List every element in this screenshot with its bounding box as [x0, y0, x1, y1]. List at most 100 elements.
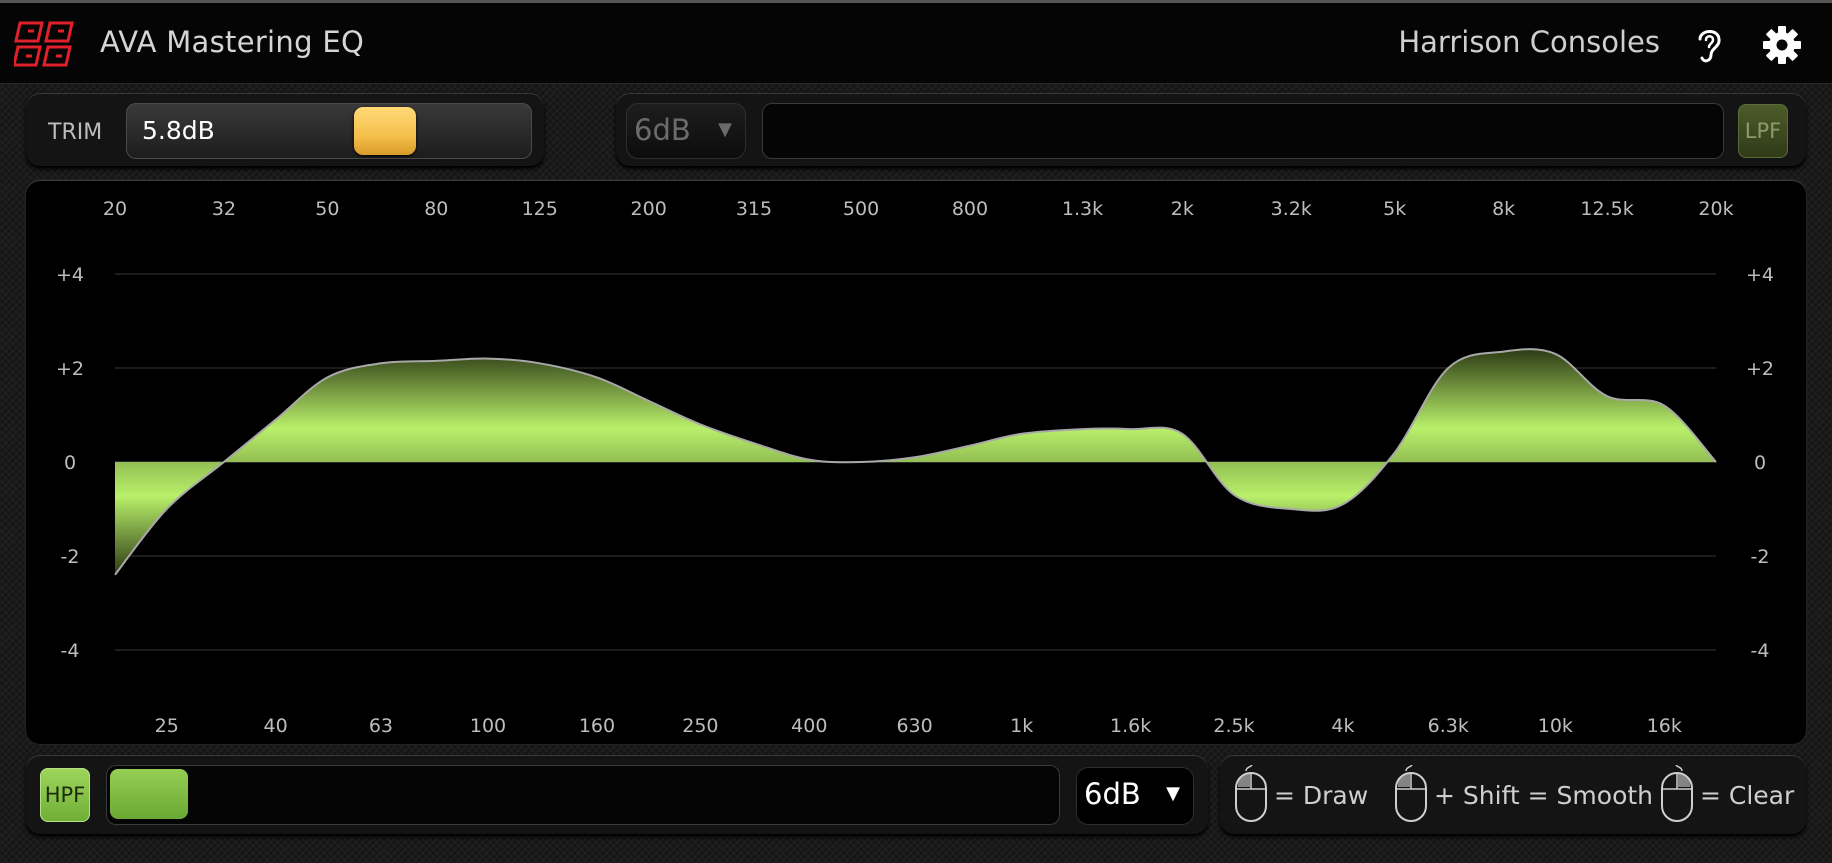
hint-draw-label: = Draw: [1274, 781, 1369, 810]
eq-curve-point: [324, 374, 330, 380]
db-label-left: +2: [56, 358, 84, 380]
chevron-down-icon: ▼: [1166, 783, 1180, 804]
freq-label-bottom: 400: [791, 715, 827, 737]
eq-curve-point: [273, 417, 279, 423]
freq-label-bottom: 4k: [1331, 715, 1354, 737]
eq-graph-panel[interactable]: +4 +4 +2 +2 0 0 -2 -2 -4 -4 20 32 50 80 125 200 315 500 80…: [26, 180, 1806, 744]
freq-label-bottom: 40: [264, 715, 288, 737]
header-bar: AVA Mastering EQ Harrison Consoles: [0, 3, 1832, 84]
freq-label-bottom: 250: [682, 715, 718, 737]
freq-label-top: 3.2k: [1271, 198, 1312, 220]
eq-curve-point: [164, 506, 170, 512]
eq-curve-point: [433, 358, 439, 364]
freq-label-top: 315: [736, 198, 772, 220]
eq-curve-point: [751, 440, 757, 446]
eq-curve-point: [1340, 501, 1346, 507]
mouse-hints-panel: = Draw + Shift = Smooth = Clear: [1220, 755, 1806, 835]
freq-label-bottom: 2.5k: [1213, 715, 1254, 737]
app-title: AVA Mastering EQ: [100, 25, 365, 59]
db-label-left: +4: [56, 264, 84, 286]
db-label-left: 0: [64, 452, 76, 474]
hpf-slope-value: 6dB: [1084, 777, 1141, 811]
eq-curve-point: [1128, 426, 1134, 432]
eq-curve-point: [1179, 431, 1185, 437]
hint-draw: = Draw: [1234, 765, 1394, 825]
eq-curve-point: [1231, 492, 1237, 498]
eq-curve-point: [1445, 365, 1451, 371]
eq-curve-point: [1079, 426, 1085, 432]
eq-curve-point: [485, 356, 491, 362]
eq-curve-point: [112, 572, 118, 578]
trim-value: 5.8dB: [142, 116, 215, 145]
eq-curve-point: [1288, 506, 1294, 512]
eq-curve-point: [697, 421, 703, 427]
db-label-left: -4: [61, 640, 80, 662]
eq-curve-chart[interactable]: +4 +4 +2 +2 0 0 -2 -2 -4 -4 20 32 50 80 125 200 315 500 80…: [26, 180, 1806, 744]
trim-slider[interactable]: 5.8dB: [126, 103, 532, 159]
trim-slider-thumb[interactable]: [354, 107, 416, 155]
mouse-icon: [1395, 765, 1427, 822]
mouse-icon: [1661, 765, 1693, 822]
eq-curve-point: [1019, 431, 1025, 437]
eq-curve-point: [912, 454, 918, 460]
brand-name[interactable]: Harrison Consoles: [1398, 25, 1660, 59]
mouse-icon: [1235, 765, 1267, 822]
eq-curve-point: [221, 459, 227, 465]
eq-curve-point: [1661, 403, 1667, 409]
eq-curve-point: [594, 374, 600, 380]
trim-label: TRIM: [48, 120, 103, 145]
hint-clear-label: = Clear: [1700, 781, 1795, 810]
eq-curve-point: [858, 459, 864, 465]
ear-icon[interactable]: [1694, 25, 1724, 65]
hpf-panel: HPF 6dB ▼: [26, 755, 1208, 835]
eq-curve-point: [646, 398, 652, 404]
eq-curve-point: [537, 360, 543, 366]
hpf-toggle-button[interactable]: HPF: [40, 768, 90, 822]
lpf-slider[interactable]: [762, 103, 1724, 159]
freq-label-top: 20k: [1698, 198, 1733, 220]
db-label-right: +2: [1746, 358, 1774, 380]
freq-label-bottom: 630: [896, 715, 932, 737]
freq-label-top: 8k: [1492, 198, 1515, 220]
eq-curve-point: [378, 360, 384, 366]
eq-curve-point: [1392, 450, 1398, 456]
hpf-slider-thumb[interactable]: [110, 769, 188, 819]
eq-curve-point: [1604, 393, 1610, 399]
freq-label-top: 200: [631, 198, 667, 220]
db-label-right: 0: [1754, 452, 1766, 474]
db-label-right: +4: [1746, 264, 1774, 286]
eq-curve-point: [1552, 351, 1558, 357]
freq-label-bottom: 1.6k: [1110, 715, 1151, 737]
db-label-right: -4: [1751, 640, 1770, 662]
freq-label-top: 2k: [1171, 198, 1194, 220]
hint-clear: = Clear: [1660, 765, 1800, 825]
freq-label-top: 20: [103, 198, 127, 220]
freq-label-bottom: 63: [369, 715, 393, 737]
freq-label-top: 80: [424, 198, 448, 220]
freq-label-top: 125: [522, 198, 558, 220]
db-label-left: -2: [61, 546, 80, 568]
hint-smooth-label: + Shift = Smooth: [1434, 781, 1654, 810]
trim-panel: TRIM 5.8dB: [26, 93, 544, 167]
hpf-slider[interactable]: [106, 765, 1060, 825]
eq-curve-point: [806, 457, 812, 463]
lpf-toggle-button[interactable]: LPF: [1738, 104, 1788, 158]
freq-label-top: 32: [212, 198, 236, 220]
lpf-panel: 6dB ▼ LPF: [616, 93, 1806, 167]
freq-label-bottom: 6.3k: [1428, 715, 1469, 737]
hint-smooth: + Shift = Smooth: [1394, 765, 1653, 825]
freq-label-top: 50: [315, 198, 339, 220]
hpf-slope-dropdown[interactable]: 6dB ▼: [1076, 767, 1194, 825]
harrison-logo: [14, 21, 74, 67]
freq-label-top: 800: [952, 198, 988, 220]
freq-label-bottom: 1k: [1010, 715, 1033, 737]
lpf-slope-dropdown[interactable]: 6dB ▼: [626, 103, 746, 159]
gear-icon[interactable]: [1762, 25, 1802, 65]
eq-curve-point: [967, 443, 973, 449]
freq-label-bottom: 160: [579, 715, 615, 737]
freq-label-top: 5k: [1383, 198, 1406, 220]
freq-label-bottom: 25: [155, 715, 179, 737]
freq-label-top: 12.5k: [1580, 198, 1633, 220]
eq-curve-fill-positive: [115, 349, 1716, 462]
eq-curve-point: [1501, 349, 1507, 355]
